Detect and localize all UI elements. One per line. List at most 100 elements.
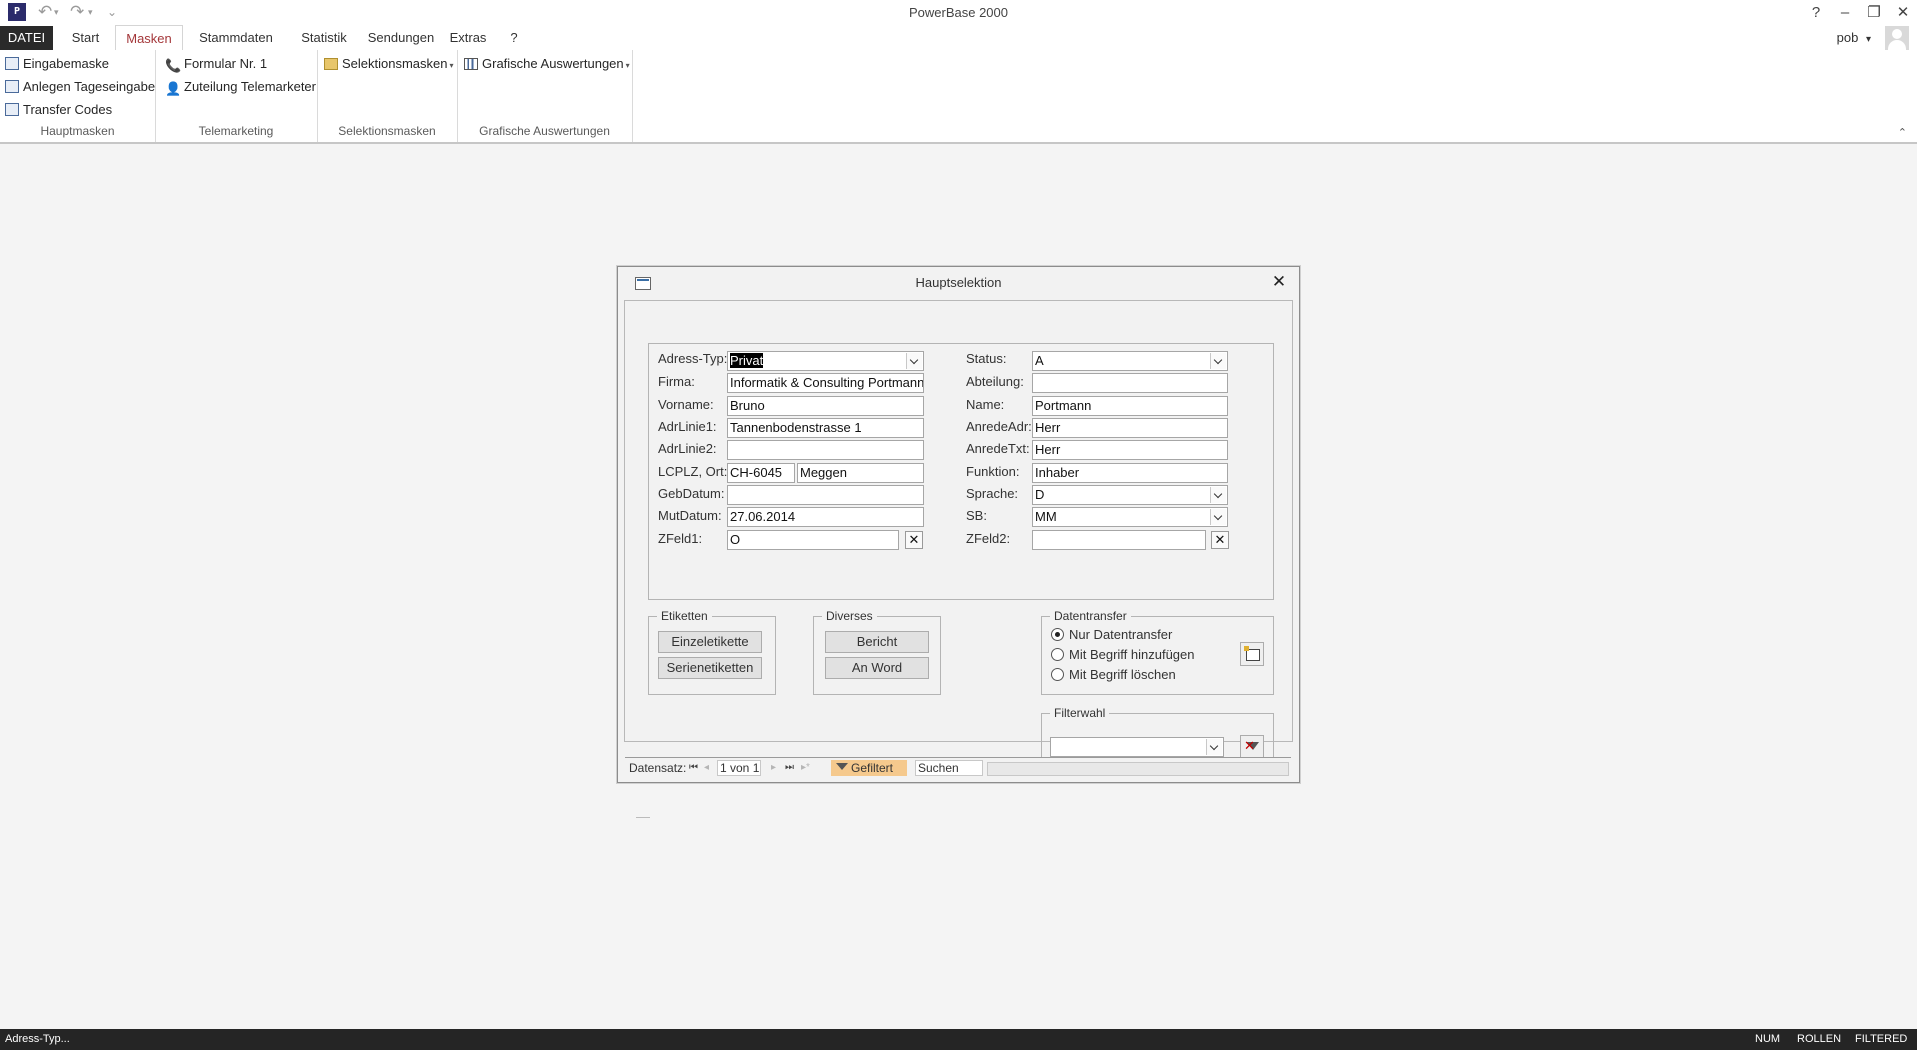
abteilung-field[interactable] bbox=[1032, 373, 1228, 393]
datensatz-label: Datensatz: bbox=[629, 761, 687, 775]
adress-typ-combo[interactable]: Privat bbox=[727, 351, 924, 371]
adress-typ-value: Privat bbox=[730, 353, 764, 368]
window-title: PowerBase 2000 bbox=[908, 5, 1008, 20]
current-record-field[interactable]: 1 von 1 bbox=[717, 760, 761, 776]
search-input[interactable]: Suchen bbox=[915, 760, 983, 776]
radio-checked-icon bbox=[1051, 628, 1064, 641]
form-icon bbox=[5, 57, 19, 70]
tab-help[interactable]: ? bbox=[502, 26, 526, 50]
status-num: NUM bbox=[1755, 1033, 1781, 1045]
title-bar: P ↶ ▾ ↷ ▾ ⌄ PowerBase 2000 ? – ❐ ✕ bbox=[0, 0, 1917, 26]
zuteilung-telemarketer-button[interactable]: 👤 Zuteilung Telemarketer bbox=[165, 77, 316, 97]
adrlinie2-label: AdrLinie2: bbox=[658, 441, 717, 456]
clear-zfeld2-icon[interactable]: ✕ bbox=[1211, 531, 1229, 549]
last-record-icon[interactable]: ⏭ bbox=[785, 760, 794, 776]
zfeld2-label: ZFeld2: bbox=[966, 531, 1011, 546]
sprache-combo[interactable]: D bbox=[1032, 485, 1228, 505]
close-icon[interactable]: ✕ bbox=[1269, 272, 1289, 292]
radio-unchecked-icon bbox=[1051, 668, 1064, 681]
chevron-down-icon[interactable] bbox=[1206, 739, 1222, 755]
eingabemaske-button[interactable]: Eingabemaske bbox=[5, 54, 109, 74]
chevron-down-icon: ▾ bbox=[449, 61, 454, 70]
help-icon[interactable]: ? bbox=[1803, 2, 1829, 24]
filter-toggle-button[interactable]: Gefiltert bbox=[831, 760, 907, 776]
diverses-title: Diverses bbox=[822, 608, 877, 624]
minimize-icon[interactable]: – bbox=[1832, 2, 1858, 24]
next-record-icon[interactable]: ▸ bbox=[771, 760, 776, 776]
dialog-body: Adress-Typ: Firma: Vorname: AdrLinie1: A… bbox=[624, 300, 1293, 772]
etiketten-title: Etiketten bbox=[657, 608, 712, 624]
anlegen-tageseingabe-button[interactable]: Anlegen Tageseingabe bbox=[5, 77, 155, 97]
formular-nr1-button[interactable]: 📞 Formular Nr. 1 bbox=[165, 54, 267, 74]
tab-start[interactable]: Start bbox=[62, 26, 109, 50]
avatar[interactable] bbox=[1885, 26, 1909, 50]
anredeadr-field[interactable]: Herr bbox=[1032, 418, 1228, 438]
sb-combo[interactable]: MM bbox=[1032, 507, 1228, 527]
ort-field[interactable]: Meggen bbox=[797, 463, 924, 483]
selektionsmasken-dropdown[interactable]: Selektionsmasken ▾ bbox=[324, 54, 454, 74]
mutdatum-field[interactable]: 27.06.2014 bbox=[727, 507, 924, 527]
adrlinie1-field[interactable]: Tannenbodenstrasse 1 bbox=[727, 418, 924, 438]
anredetxt-field[interactable]: Herr bbox=[1032, 440, 1228, 460]
status-bar: Adress-Typ... NUM ROLLEN FILTERED bbox=[0, 1029, 1917, 1050]
chevron-down-icon[interactable] bbox=[906, 353, 922, 369]
anredetxt-label: AnredeTxt: bbox=[966, 441, 1030, 456]
grafische-auswertungen-dropdown[interactable]: Grafische Auswertungen ▾ bbox=[464, 54, 630, 74]
bericht-button[interactable]: Bericht bbox=[825, 631, 929, 653]
user-menu[interactable]: pob ▾ bbox=[1837, 26, 1871, 50]
funktion-field[interactable]: Inhaber bbox=[1032, 463, 1228, 483]
lcplz-field[interactable]: CH-6045 bbox=[727, 463, 795, 483]
remove-filter-icon[interactable]: ✕ bbox=[1240, 735, 1264, 759]
collapse-ribbon-icon[interactable]: ⌃ bbox=[1898, 126, 1907, 139]
radio-nur-datentransfer[interactable]: Nur Datentransfer bbox=[1051, 626, 1172, 644]
name-label: Name: bbox=[966, 397, 1005, 412]
radio-mit-begriff-loeschen[interactable]: Mit Begriff löschen bbox=[1051, 666, 1176, 684]
restore-icon[interactable]: ❐ bbox=[1861, 2, 1887, 24]
ribbon-group-telemarketing: 📞 Formular Nr. 1 👤 Zuteilung Telemarketer … bbox=[155, 50, 318, 142]
folder-icon bbox=[324, 58, 338, 70]
tab-extras[interactable]: Extras bbox=[445, 26, 491, 50]
zfeld1-field[interactable]: O bbox=[727, 530, 899, 550]
einzeletikette-button[interactable]: Einzeletikette bbox=[658, 631, 762, 653]
form-anchor-marker bbox=[636, 812, 650, 818]
status-value: A bbox=[1035, 353, 1044, 368]
datentransfer-title: Datentransfer bbox=[1050, 608, 1131, 624]
status-combo[interactable]: A bbox=[1032, 351, 1228, 371]
ribbon: Eingabemaske Anlegen Tageseingabe Transf… bbox=[0, 50, 1917, 144]
tab-datei[interactable]: DATEI bbox=[0, 26, 53, 50]
horizontal-scrollbar[interactable] bbox=[987, 762, 1289, 776]
zfeld2-field[interactable] bbox=[1032, 530, 1206, 550]
radio-mit-begriff-hinzufuegen[interactable]: Mit Begriff hinzufügen bbox=[1051, 646, 1195, 664]
chevron-down-icon[interactable] bbox=[1210, 487, 1226, 503]
chevron-down-icon[interactable] bbox=[1210, 509, 1226, 525]
firma-field[interactable]: Informatik & Consulting Portmann bbox=[727, 373, 924, 393]
zfeld1-label: ZFeld1: bbox=[658, 531, 703, 546]
filterwahl-combo[interactable] bbox=[1050, 737, 1224, 757]
adrlinie2-field[interactable] bbox=[727, 440, 924, 460]
tab-masken[interactable]: Masken bbox=[115, 25, 183, 51]
transfer-codes-button[interactable]: Transfer Codes bbox=[5, 100, 112, 120]
adrlinie1-label: AdrLinie1: bbox=[658, 419, 717, 434]
first-record-icon[interactable]: ⏮ bbox=[689, 760, 698, 776]
sb-label: SB: bbox=[966, 508, 987, 523]
serienetiketten-button[interactable]: Serienetiketten bbox=[658, 657, 762, 679]
ribbon-group-grafische-auswertungen: Grafische Auswertungen ▾ Grafische Auswer… bbox=[457, 50, 633, 142]
group-label-telemarketing: Telemarketing bbox=[198, 124, 274, 138]
vorname-label: Vorname: bbox=[658, 397, 714, 412]
tab-statistik[interactable]: Statistik bbox=[288, 26, 360, 50]
previous-record-icon[interactable]: ◂ bbox=[704, 760, 709, 776]
tab-sendungen[interactable]: Sendungen bbox=[360, 26, 442, 50]
status-filtered: FILTERED bbox=[1855, 1033, 1908, 1045]
fields-frame: Adress-Typ: Firma: Vorname: AdrLinie1: A… bbox=[648, 343, 1274, 600]
vorname-field[interactable]: Bruno bbox=[727, 396, 924, 416]
chevron-down-icon[interactable] bbox=[1210, 353, 1226, 369]
tab-stammdaten[interactable]: Stammdaten bbox=[190, 26, 282, 50]
clear-zfeld1-icon[interactable]: ✕ bbox=[905, 531, 923, 549]
gebdatum-field[interactable] bbox=[727, 485, 924, 505]
name-field[interactable]: Portmann bbox=[1032, 396, 1228, 416]
an-word-button[interactable]: An Word bbox=[825, 657, 929, 679]
datentransfer-group: Datentransfer Nur Datentransfer Mit Begr… bbox=[1041, 608, 1274, 695]
transfer-execute-icon[interactable] bbox=[1240, 642, 1264, 666]
new-record-icon[interactable]: ▸* bbox=[801, 760, 810, 776]
close-window-icon[interactable]: ✕ bbox=[1890, 2, 1916, 24]
